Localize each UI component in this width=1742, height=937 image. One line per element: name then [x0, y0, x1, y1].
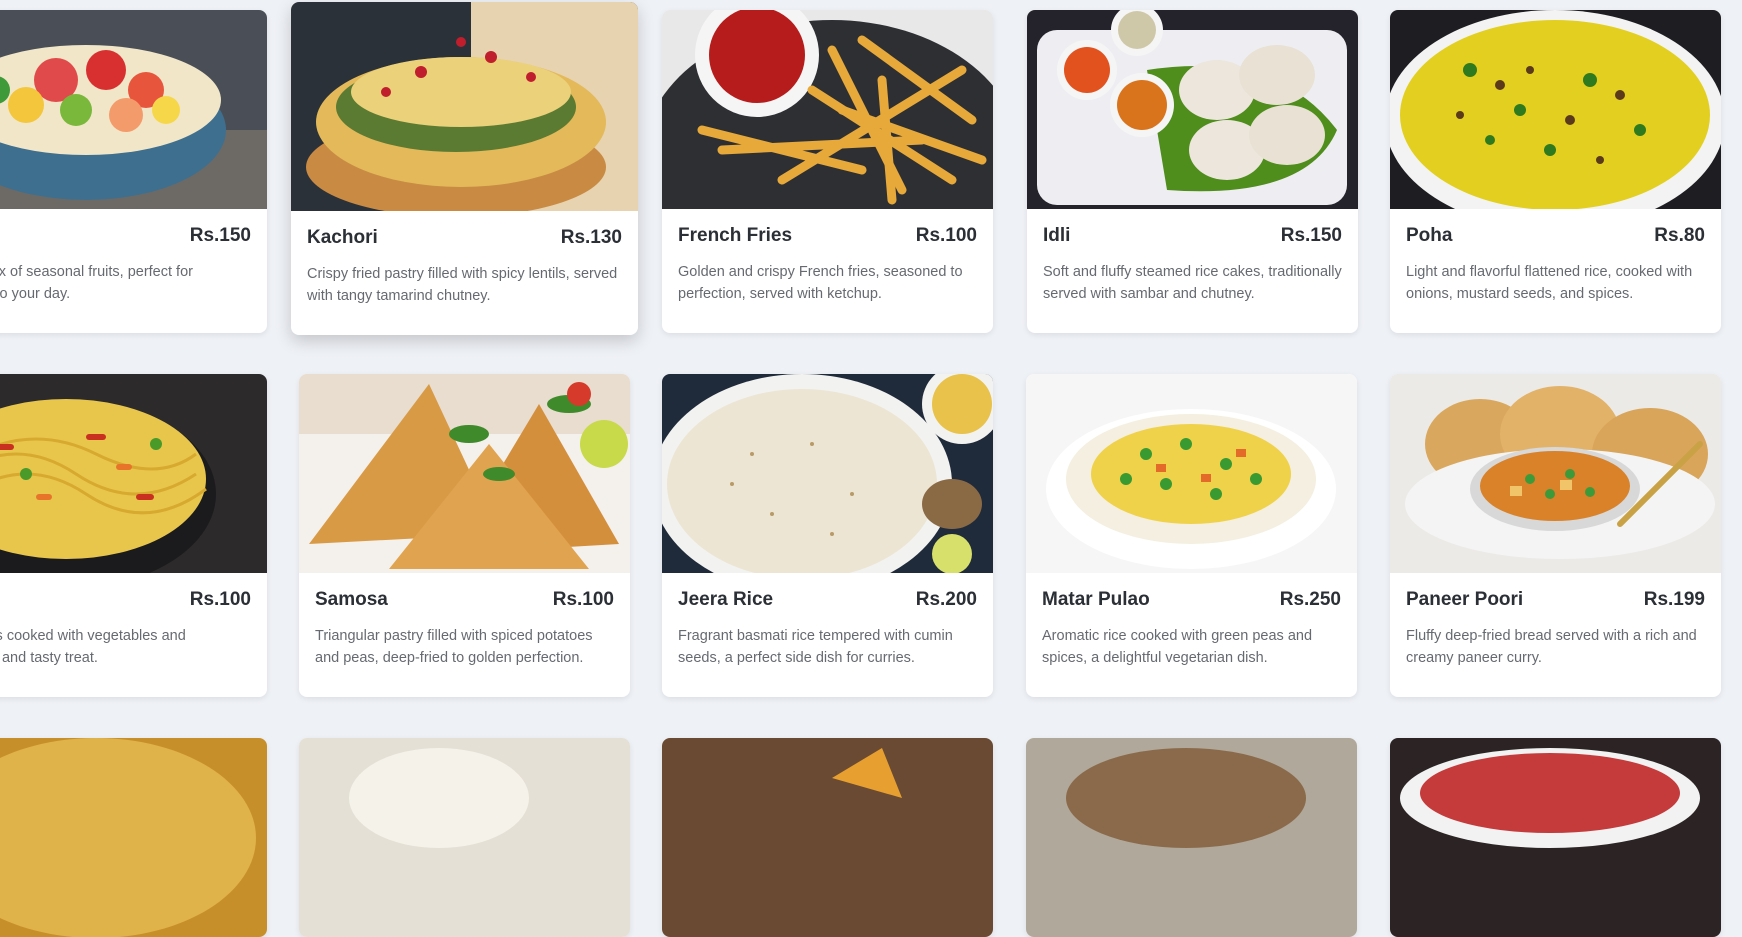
- samosa-image: [299, 374, 630, 573]
- item-description: Aromatic rice cooked with green peas and…: [1042, 628, 1313, 666]
- item-price: Rs.150: [1280, 225, 1342, 246]
- item-name: Paneer Poori: [1406, 589, 1524, 610]
- item-price: Rs.100: [189, 589, 251, 610]
- menu-card-matar-pulao[interactable]: Matar Pulao Rs.250 Aromatic rice cooked …: [1026, 374, 1357, 697]
- menu-card-row3-4[interactable]: [1026, 738, 1357, 937]
- dish-image: [662, 738, 993, 937]
- item-description: Light and flavorful flattened rice, cook…: [1406, 264, 1693, 302]
- menu-card-row3-1[interactable]: [0, 738, 267, 937]
- item-name: Idli: [1043, 225, 1071, 246]
- item-price: Rs.130: [560, 227, 622, 248]
- item-name: Samosa: [315, 589, 388, 610]
- dish-image: [1390, 738, 1721, 937]
- menu-card-kachori[interactable]: Kachori Rs.130 Crispy fried pastry fille…: [291, 2, 638, 335]
- item-price: Rs.250: [1279, 589, 1341, 610]
- menu-card-french-fries[interactable]: French Fries Rs.100 Golden and crispy Fr…: [662, 10, 993, 333]
- menu-card-jeera-rice[interactable]: Jeera Rice Rs.200 Fragrant basmati rice …: [662, 374, 993, 697]
- menu-card-noodles[interactable]: i Rs.100 noodles cooked with vegetables …: [0, 374, 267, 697]
- menu-card-paneer-poori[interactable]: Paneer Poori Rs.199 Fluffy deep-fried br…: [1390, 374, 1721, 697]
- item-description: Triangular pastry filled with spiced pot…: [315, 628, 593, 666]
- item-price: Rs.200: [915, 589, 977, 610]
- menu-card-row3-5[interactable]: [1390, 738, 1721, 937]
- item-price: Rs.80: [1654, 225, 1705, 246]
- menu-card-samosa[interactable]: Samosa Rs.100 Triangular pastry filled w…: [299, 374, 630, 697]
- menu-card-poha[interactable]: Poha Rs.80 Light and flavorful flattened…: [1390, 10, 1721, 333]
- french-fries-image: [662, 10, 993, 209]
- dish-image: [299, 738, 630, 937]
- item-price: Rs.150: [189, 225, 251, 246]
- item-price: Rs.199: [1643, 589, 1705, 610]
- item-name: French Fries: [678, 225, 793, 246]
- menu-card-idli[interactable]: Idli Rs.150 Soft and fluffy steamed rice…: [1027, 10, 1358, 333]
- item-name: Poha: [1406, 225, 1453, 246]
- menu-card-fruit-salad[interactable]: s Rs.150 hing mix of seasonal fruits, pe…: [0, 10, 267, 333]
- item-description: Crispy fried pastry filled with spicy le…: [307, 266, 618, 304]
- kachori-image: [291, 2, 638, 211]
- fruit-salad-image: [0, 10, 267, 209]
- item-price: Rs.100: [915, 225, 977, 246]
- matar-pulao-image: [1026, 374, 1357, 573]
- poha-image: [1390, 10, 1721, 209]
- item-description: noodles cooked with vegetables and a qui…: [0, 628, 186, 666]
- item-description: Fragrant basmati rice tempered with cumi…: [678, 628, 953, 666]
- item-name: Matar Pulao: [1042, 589, 1150, 610]
- item-name: Jeera Rice: [678, 589, 774, 610]
- idli-image: [1027, 10, 1358, 209]
- dish-image: [1026, 738, 1357, 937]
- menu-card-row3-3[interactable]: [662, 738, 993, 937]
- upma-image: [0, 738, 267, 937]
- item-description: Soft and fluffy steamed rice cakes, trad…: [1043, 264, 1342, 302]
- item-description: Golden and crispy French fries, seasoned…: [678, 264, 963, 302]
- paneer-poori-image: [1390, 374, 1721, 573]
- menu-card-row3-2[interactable]: [299, 738, 630, 937]
- item-name: Kachori: [307, 227, 378, 248]
- jeera-rice-image: [662, 374, 993, 573]
- item-description: hing mix of seasonal fruits, perfect for…: [0, 264, 193, 302]
- item-price: Rs.100: [552, 589, 614, 610]
- noodles-image: [0, 374, 267, 573]
- item-description: Fluffy deep-fried bread served with a ri…: [1406, 628, 1697, 666]
